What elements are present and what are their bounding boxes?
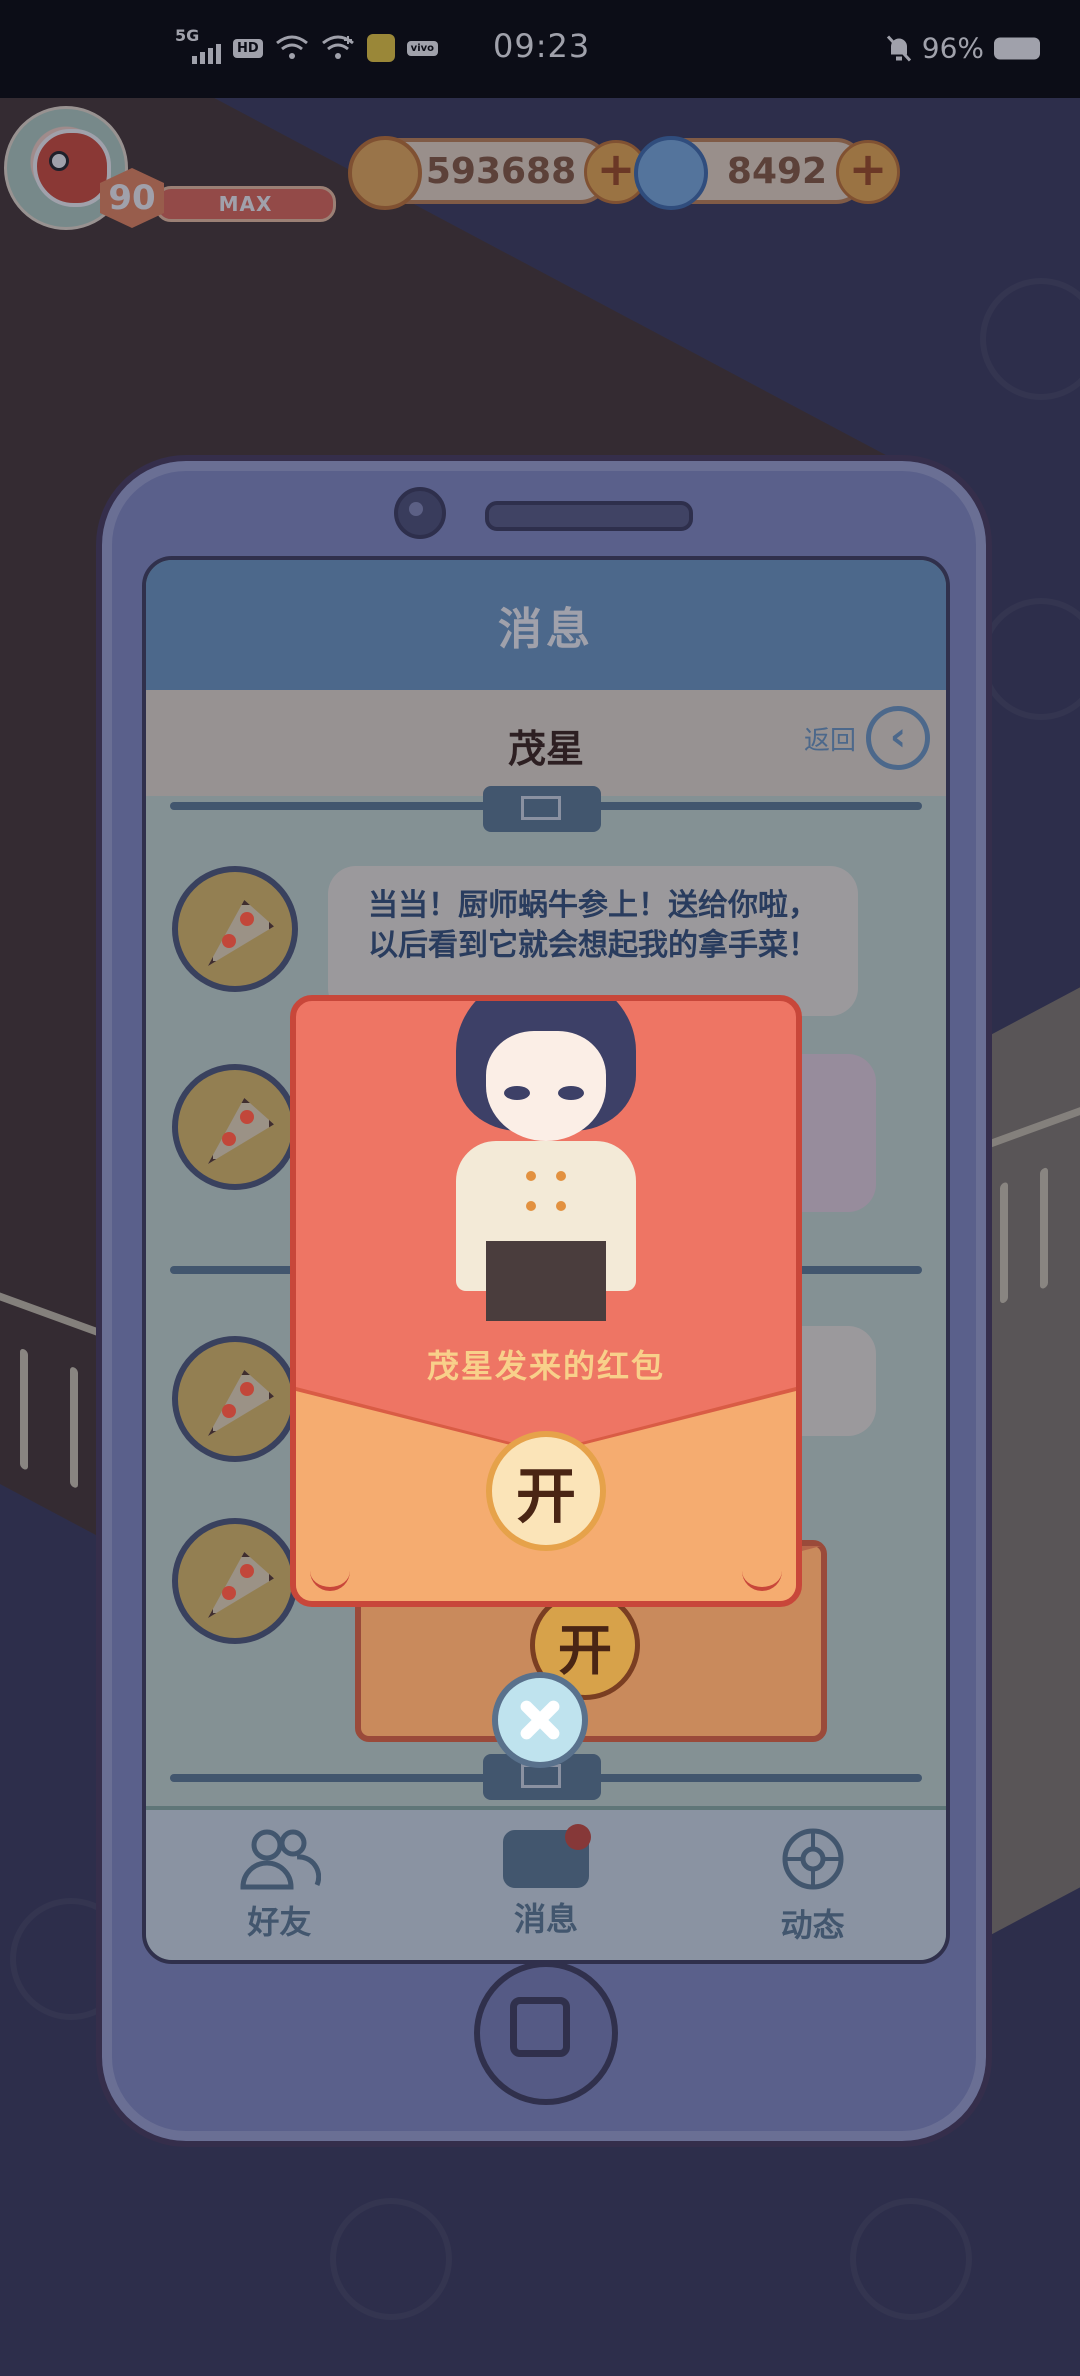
- pizza-avatar-icon: [172, 1064, 298, 1190]
- coin-value: 593688: [425, 150, 577, 192]
- tab-messages-label: 消息: [514, 1900, 579, 1938]
- friends-icon: [240, 1829, 322, 1890]
- tab-moments-label: 动态: [780, 1906, 845, 1944]
- mute-bell-icon: [886, 34, 911, 62]
- bottom-tab-bar: 好友 消息 动态: [146, 1810, 946, 1960]
- character-apron: [486, 1241, 606, 1321]
- flower-icon: [782, 1828, 844, 1890]
- sun-decoration-icon: [980, 598, 1080, 720]
- chef-character-illustration: [446, 1001, 646, 1321]
- koi-fish-icon: [33, 129, 111, 207]
- pizza-avatar-icon: [172, 1336, 298, 1462]
- close-icon[interactable]: [492, 1672, 588, 1768]
- phone-camera: [394, 487, 446, 539]
- gem-value: 8492: [726, 150, 828, 192]
- wifi-plus-icon: [321, 35, 354, 59]
- pizza-avatar-icon: [172, 866, 298, 992]
- gem-counter: 8492 +: [634, 136, 900, 210]
- sun-decoration-icon: [850, 2198, 972, 2320]
- cellular-signal-icon: 5G: [175, 26, 221, 68]
- open-red-packet-button[interactable]: 开: [486, 1431, 606, 1551]
- tab-moments[interactable]: 动态: [679, 1810, 946, 1960]
- battery-icon: [994, 37, 1040, 59]
- screen-title: 消息: [146, 560, 946, 690]
- sun-decoration-icon: [330, 2198, 452, 2320]
- character-face: [486, 1031, 606, 1141]
- red-packet-caption: 茂星发来的红包: [426, 1347, 665, 1385]
- coin-counter: 593688 +: [348, 136, 648, 210]
- shirt-button: [556, 1201, 566, 1211]
- shirt-button: [526, 1171, 536, 1181]
- tab-friends-label: 好友: [247, 1903, 312, 1941]
- clock: 09:23: [493, 27, 591, 65]
- tab-friends[interactable]: 好友: [146, 1810, 413, 1960]
- add-gems-button[interactable]: +: [836, 140, 900, 204]
- chevron-left-icon: ‹: [866, 706, 930, 770]
- tab-messages[interactable]: 消息: [413, 1810, 680, 1960]
- character-eye: [558, 1086, 584, 1100]
- vivo-icon: vivo: [406, 40, 439, 56]
- battery-percent: 96%: [921, 31, 984, 65]
- character-eye: [504, 1086, 530, 1100]
- envelope-tab-icon: [483, 786, 601, 832]
- shirt-button: [556, 1171, 566, 1181]
- sun-decoration-icon: [980, 278, 1080, 400]
- network-type: 5G: [175, 26, 200, 45]
- phone-home-button[interactable]: [474, 1961, 618, 2105]
- coin-icon: [348, 136, 422, 210]
- back-label: 返回: [803, 725, 856, 756]
- red-packet-popup: 茂星发来的红包 开: [290, 995, 802, 1607]
- wifi-icon: [275, 35, 308, 59]
- status-bar: 5G HD vivo 09:23 96%: [0, 0, 1080, 98]
- level-progress-bar: MAX: [155, 186, 336, 222]
- shirt-button: [526, 1201, 536, 1211]
- phone-speaker: [485, 501, 693, 531]
- pizza-avatar-icon: [172, 1518, 298, 1644]
- swirl-gem-icon: [634, 136, 708, 210]
- hd-icon: HD: [233, 38, 263, 58]
- app-notification-icon: [366, 34, 395, 62]
- message-bubble: 当当！厨师蜗牛参上！送给你啦，以后看到它就会想起我的拿手菜！: [328, 866, 858, 1016]
- back-button[interactable]: 返回 ‹: [804, 706, 930, 770]
